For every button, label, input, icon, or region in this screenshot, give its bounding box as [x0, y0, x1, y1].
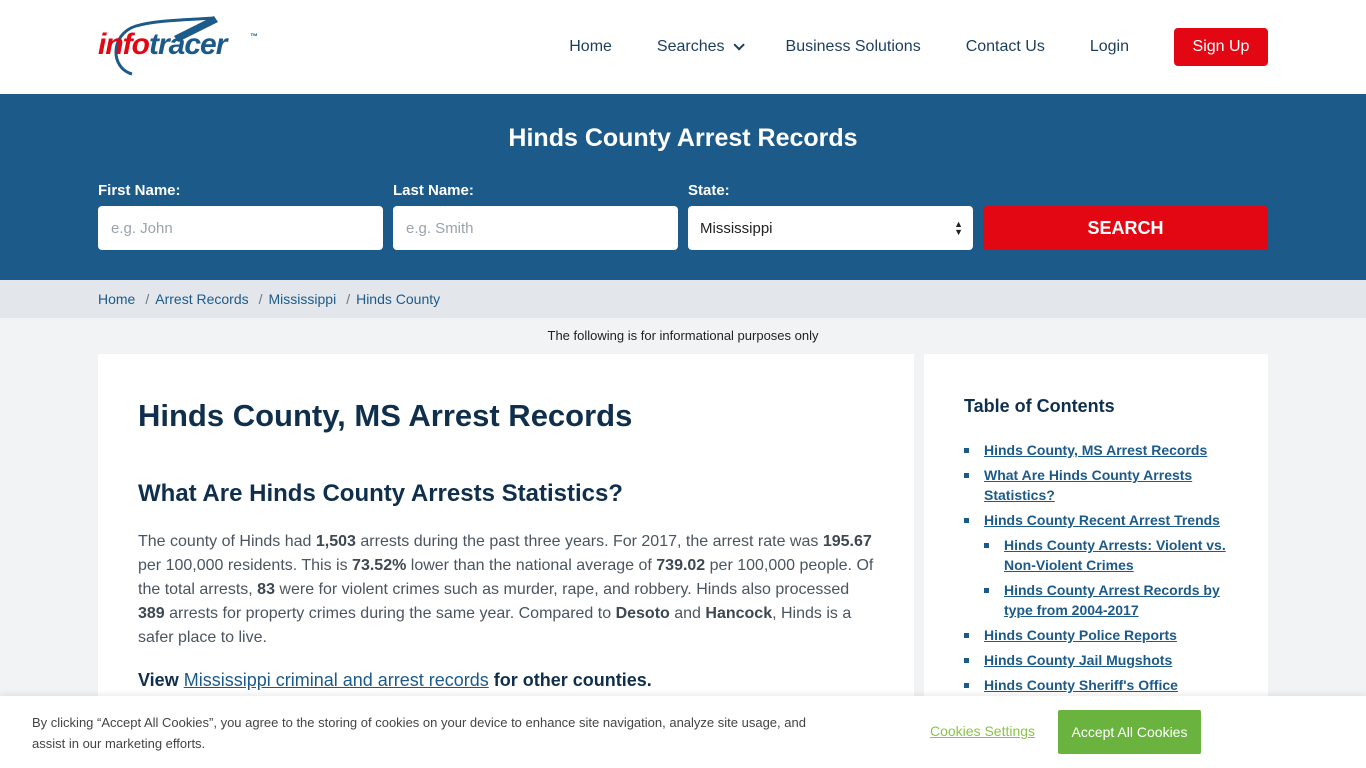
main-nav: Home Searches Business Solutions Contact… — [524, 28, 1268, 66]
list-item: What Are Hinds County Arrests Statistics… — [964, 465, 1234, 505]
toc-list: Hinds County, MS Arrest Records What Are… — [964, 440, 1234, 700]
search-title: Hinds County Arrest Records — [508, 124, 858, 152]
list-item: Hinds County Sheriff's Office — [964, 675, 1234, 695]
logo-text-info: info — [98, 28, 150, 61]
state-select-value: Mississippi — [700, 219, 773, 237]
state-select[interactable]: Mississippi ▲ ▼ — [688, 206, 973, 250]
nav-login[interactable]: Login — [1090, 38, 1129, 56]
toc-link[interactable]: What Are Hinds County Arrests Statistics… — [984, 467, 1192, 503]
bullet-icon — [964, 518, 969, 523]
breadcrumb-mississippi[interactable]: Mississippi — [269, 291, 337, 307]
signup-button[interactable]: Sign Up — [1174, 28, 1268, 66]
nav-business-solutions[interactable]: Business Solutions — [786, 38, 921, 56]
cookie-banner: By clicking “Accept All Cookies”, you ag… — [0, 696, 1366, 768]
nav-searches[interactable]: Searches — [656, 38, 745, 56]
toc-title: Table of Contents — [964, 396, 1115, 416]
section-heading: What Are Hinds County Arrests Statistics… — [138, 480, 623, 507]
nav-contact-us[interactable]: Contact Us — [966, 38, 1045, 56]
statistics-paragraph: The county of Hinds had 1,503 arrests du… — [138, 533, 874, 646]
logo-trademark: ™ — [250, 32, 258, 41]
chevron-down-icon — [732, 39, 745, 51]
toc-link[interactable]: Hinds County Recent Arrest Trends — [984, 512, 1220, 528]
breadcrumb-separator: / — [346, 291, 351, 307]
list-item: Hinds County Arrest Records by type from… — [964, 580, 1234, 620]
first-name-input[interactable]: e.g. John — [98, 206, 383, 250]
last-name-label: Last Name: — [393, 182, 474, 199]
accept-cookies-button[interactable]: Accept All Cookies — [1058, 710, 1201, 754]
nav-home[interactable]: Home — [569, 38, 612, 56]
cookie-settings-link[interactable]: Cookies Settings — [930, 723, 1035, 739]
nav-searches-label: Searches — [656, 38, 725, 55]
toc-link[interactable]: Hinds County Jail Mugshots — [984, 652, 1172, 668]
search-button[interactable]: SEARCH — [983, 206, 1268, 250]
first-name-label: First Name: — [98, 182, 181, 199]
list-item: Hinds County Jail Mugshots — [964, 650, 1234, 670]
list-item: Hinds County Police Reports — [964, 625, 1234, 645]
toc-link[interactable]: Hinds County Police Reports — [984, 627, 1177, 643]
toc-link[interactable]: Hinds County Arrest Records by type from… — [1004, 582, 1220, 618]
list-item: Hinds County Arrests: Violent vs. Non-Vi… — [964, 535, 1234, 575]
select-arrows-icon: ▲ ▼ — [954, 219, 963, 237]
toc-link[interactable]: Hinds County Sheriff's Office — [984, 677, 1178, 693]
bullet-icon — [984, 543, 989, 548]
bullet-icon — [984, 588, 989, 593]
toc-link[interactable]: Hinds County, MS Arrest Records — [984, 442, 1207, 458]
breadcrumb-hinds-county[interactable]: Hinds County — [356, 291, 440, 307]
breadcrumb-bar: Home / Arrest Records / Mississippi / Hi… — [0, 280, 1366, 318]
last-name-input[interactable]: e.g. Smith — [393, 206, 678, 250]
breadcrumb-separator: / — [258, 291, 263, 307]
view-other-counties: View Mississippi criminal and arrest rec… — [138, 670, 652, 690]
bullet-icon — [964, 633, 969, 638]
toc-link[interactable]: Hinds County Arrests: Violent vs. Non-Vi… — [1004, 537, 1226, 573]
breadcrumb-home[interactable]: Home — [98, 291, 135, 307]
bullet-icon — [964, 448, 969, 453]
search-banner: Hinds County Arrest Records First Name: … — [0, 94, 1366, 280]
site-header: infotracer ™ Home Searches Business Solu… — [0, 0, 1366, 94]
breadcrumb-separator: / — [145, 291, 150, 307]
page-title: Hinds County, MS Arrest Records — [138, 398, 633, 433]
cookie-text: By clicking “Accept All Cookies”, you ag… — [32, 715, 806, 751]
bullet-icon — [964, 683, 969, 688]
logo-text-tracer: tracer — [148, 28, 227, 61]
disclaimer-text: The following is for informational purpo… — [547, 328, 819, 343]
list-item: Hinds County, MS Arrest Records — [964, 440, 1234, 460]
infotracer-logo[interactable]: infotracer ™ — [96, 14, 266, 80]
mississippi-records-link[interactable]: Mississippi criminal and arrest records — [184, 670, 489, 690]
breadcrumb: Home / Arrest Records / Mississippi / Hi… — [98, 291, 440, 307]
bullet-icon — [964, 658, 969, 663]
bullet-icon — [964, 473, 969, 478]
breadcrumb-arrest-records[interactable]: Arrest Records — [155, 291, 248, 307]
state-label: State: — [688, 182, 730, 199]
list-item: Hinds County Recent Arrest Trends — [964, 510, 1234, 530]
